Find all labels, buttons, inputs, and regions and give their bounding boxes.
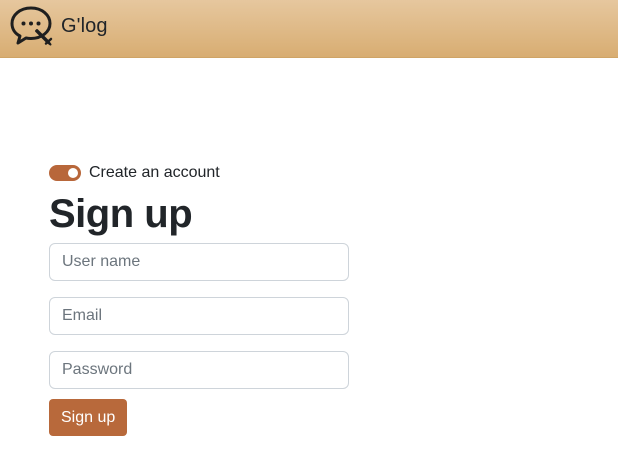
brand-name: G'log <box>61 15 108 37</box>
signup-form: Create an account Sign up Sign up <box>49 160 349 436</box>
switch-knob <box>68 168 78 178</box>
create-account-label[interactable]: Create an account <box>89 163 220 183</box>
chat-bubble-pencil-icon <box>10 6 53 46</box>
create-account-switch[interactable] <box>49 165 81 181</box>
username-field[interactable] <box>49 243 349 281</box>
email-field[interactable] <box>49 297 349 335</box>
navbar: G'log <box>0 0 618 58</box>
password-field[interactable] <box>49 351 349 389</box>
page-title: Sign up <box>49 192 193 236</box>
brand-link[interactable]: G'log <box>10 5 108 47</box>
sign-up-button[interactable]: Sign up <box>49 399 128 436</box>
create-account-toggle-row: Create an account <box>49 160 349 186</box>
